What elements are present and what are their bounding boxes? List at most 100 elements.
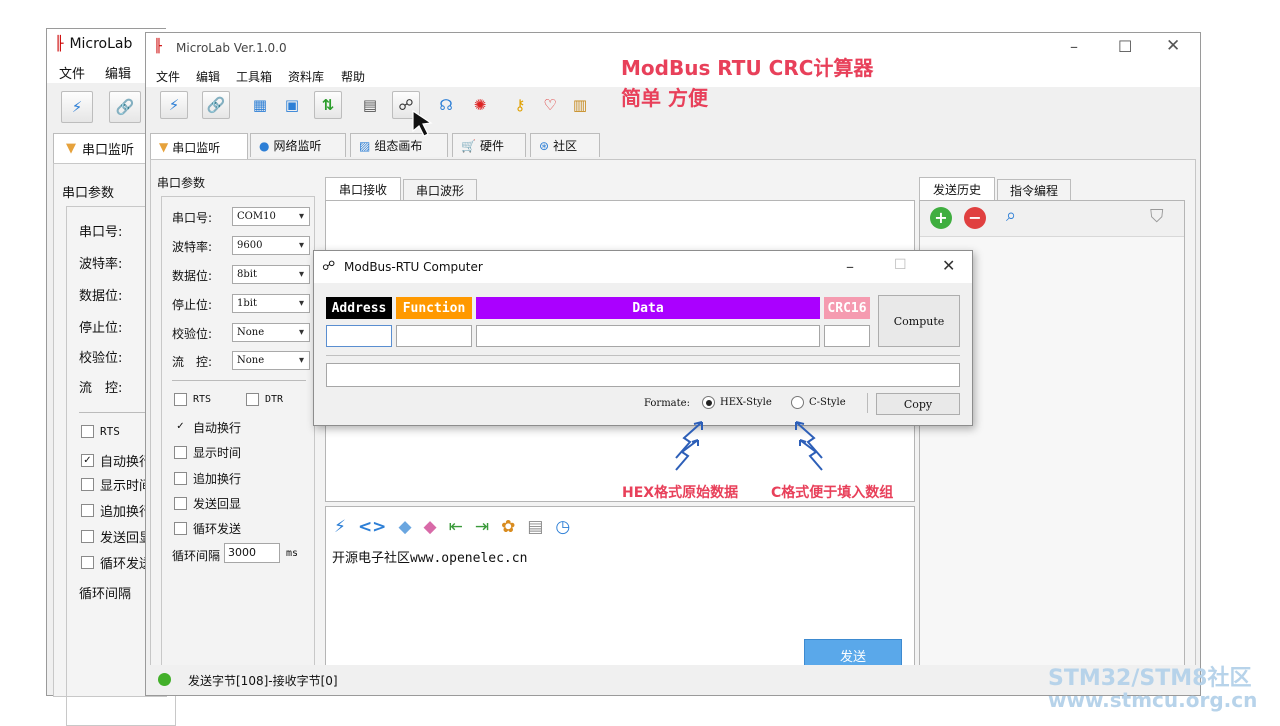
menu-edit[interactable]: 编辑 (196, 68, 220, 85)
dialog-close-button[interactable]: ✕ (942, 256, 955, 275)
checkbox[interactable] (81, 530, 94, 543)
radio-selected[interactable] (702, 396, 715, 409)
checkbox[interactable] (246, 393, 259, 406)
back-check-showtime[interactable]: 显示时间 (81, 475, 152, 494)
palette-icon[interactable]: ✿ (501, 517, 515, 537)
menu-toolbox[interactable]: 工具箱 (236, 68, 272, 85)
dialog-maximize-button[interactable]: ☐ (894, 257, 907, 273)
tab-community[interactable]: ⊛ 社区 (530, 133, 600, 157)
checkbox[interactable]: ✓ (81, 454, 94, 467)
search-icon[interactable]: ⌕ (1006, 205, 1016, 226)
disconnect-button[interactable]: 🔗 (202, 91, 230, 119)
function-input[interactable] (396, 325, 472, 347)
tab-serial-wave[interactable]: 串口波形 (403, 179, 477, 201)
checkbox[interactable] (174, 446, 187, 459)
checkbox[interactable] (81, 425, 94, 438)
stopbits-select[interactable]: 1bit (232, 294, 310, 313)
back-check-echo[interactable]: 发送回显 (81, 527, 152, 546)
hex-style-radio[interactable]: HEX-Style (702, 396, 772, 409)
check-rts[interactable]: RTS (174, 393, 211, 406)
back-connect-button[interactable]: ⚡ (61, 91, 93, 123)
modbus-icon: ☍ (322, 259, 336, 274)
loop-interval-input[interactable]: 3000 (224, 543, 280, 563)
annotation-title-line2: 简单 方便 (621, 86, 708, 110)
copy-button[interactable]: Copy (876, 393, 960, 415)
menu-help[interactable]: 帮助 (341, 68, 365, 85)
flow-select[interactable]: None (232, 351, 310, 370)
menu-library[interactable]: 资料库 (288, 68, 324, 85)
checkbox[interactable] (174, 393, 187, 406)
minimize-button[interactable]: – (1070, 37, 1078, 56)
add-icon[interactable]: + (930, 207, 952, 229)
back-menu-file[interactable]: 文件 (59, 63, 85, 82)
eraser-pink-icon[interactable]: ◆ (424, 517, 437, 537)
compute-button[interactable]: Compute (878, 295, 960, 347)
checkbox[interactable] (81, 504, 94, 517)
connect-icon[interactable]: ⚡ (334, 517, 346, 537)
divider (867, 393, 868, 413)
port-select[interactable]: COM10 (232, 207, 310, 226)
check-echo[interactable]: 发送回显 (174, 495, 241, 512)
transfer-button[interactable]: ⇅ (314, 91, 342, 119)
checkbox[interactable] (174, 472, 187, 485)
check-showtime[interactable]: 显示时间 (174, 444, 241, 461)
c-style-radio[interactable]: C-Style (791, 396, 846, 409)
heart-tool-button[interactable]: ♡ (536, 91, 564, 119)
back-menu-edit[interactable]: 编辑 (105, 63, 131, 82)
close-button[interactable]: ✕ (1166, 36, 1180, 56)
key-tool-button[interactable]: ⚷ (506, 91, 534, 119)
param-label-baud: 波特率: (172, 240, 213, 254)
clock-icon[interactable]: ◷ (555, 517, 570, 537)
format-icon[interactable]: ▤ (527, 517, 543, 537)
tab-command-program[interactable]: 指令编程 (997, 179, 1071, 201)
send-panel[interactable]: ⚡ <> ◆ ◆ ⇤ ⇥ ✿ ▤ ◷ 开源电子社区www.openelec.cn… (325, 506, 915, 676)
code-icon[interactable]: <> (358, 517, 387, 537)
calculator-button[interactable]: ▤ (356, 91, 384, 119)
remove-icon[interactable]: − (964, 207, 986, 229)
tab-network-monitor[interactable]: ● 网络监听 (250, 133, 346, 157)
check-autowrap[interactable]: ✓ 自动换行 (174, 419, 241, 436)
grid-view-button[interactable]: ▦ (246, 91, 274, 119)
back-check-append[interactable]: 追加换行 (81, 501, 152, 520)
parity-select[interactable]: None (232, 323, 310, 342)
check-append[interactable]: 追加换行 (174, 470, 241, 487)
radio-unselected[interactable] (791, 396, 804, 409)
tab-hardware[interactable]: 🛒 硬件 (452, 133, 526, 157)
checkbox[interactable]: ✓ (174, 421, 187, 434)
check-loop[interactable]: 循环发送 (174, 520, 241, 537)
checkbox[interactable] (81, 478, 94, 491)
tag-icon[interactable]: ⛉ (1150, 206, 1164, 227)
back-param-port: 串口号: (79, 225, 123, 240)
data-input[interactable] (476, 325, 820, 347)
back-check-loop[interactable]: 循环发送 (81, 553, 152, 572)
checkbox[interactable] (174, 522, 187, 535)
window-view-button[interactable]: ▣ (278, 91, 306, 119)
checkbox[interactable] (174, 497, 187, 510)
address-input[interactable] (326, 325, 392, 347)
dialog-title-bar: ☍ ModBus-RTU Computer – ☐ ✕ (314, 251, 972, 283)
export-icon[interactable]: ⇥ (475, 517, 489, 537)
check-dtr[interactable]: DTR (246, 393, 283, 406)
loop-interval-unit: ms (286, 548, 299, 559)
book-tool-button[interactable]: ▥ (566, 91, 594, 119)
crab-tool-button[interactable]: ✺ (466, 91, 494, 119)
wave-tool-button[interactable]: ☊ (432, 91, 460, 119)
baud-select[interactable]: 9600 (232, 236, 310, 255)
tab-send-history[interactable]: 发送历史 (919, 177, 995, 201)
tab-serial-monitor[interactable]: ▼ 串口监听 (150, 133, 248, 160)
crc16-output[interactable] (824, 325, 870, 347)
databits-select[interactable]: 8bit (232, 265, 310, 284)
back-check-rts[interactable]: RTS (81, 425, 120, 438)
tab-serial-receive[interactable]: 串口接收 (325, 177, 401, 201)
back-check-autowrap[interactable]: ✓ 自动换行 (81, 451, 152, 470)
maximize-button[interactable]: ☐ (1118, 37, 1132, 56)
canvas-icon: ▨ (359, 138, 371, 153)
back-disconnect-button[interactable]: 🔗 (109, 91, 141, 123)
dialog-minimize-button[interactable]: – (846, 257, 854, 276)
checkbox[interactable] (81, 556, 94, 569)
menu-file[interactable]: 文件 (156, 68, 180, 85)
import-icon[interactable]: ⇤ (449, 517, 463, 537)
connect-button[interactable]: ⚡ (160, 91, 188, 119)
result-output[interactable] (326, 363, 960, 387)
eraser-blue-icon[interactable]: ◆ (398, 517, 411, 537)
